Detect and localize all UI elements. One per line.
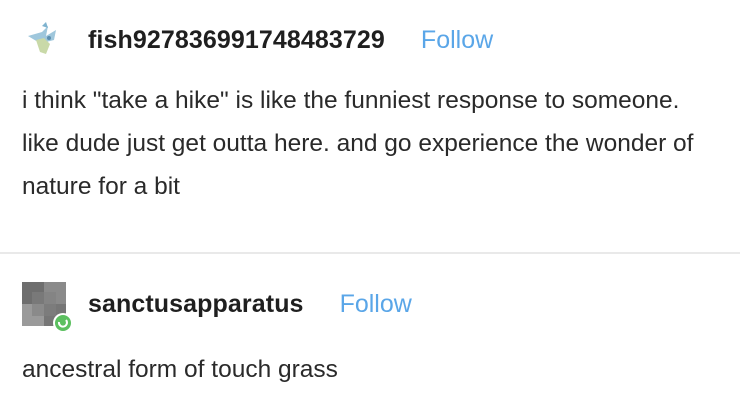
post-header: sanctusapparatus Follow	[22, 282, 412, 333]
post-divider	[0, 252, 740, 254]
default-avatar-icon[interactable]	[22, 282, 73, 333]
post-1: fish927836991748483729 Follow i think "t…	[0, 0, 740, 258]
post-2: sanctusapparatus Follow ancestral form o…	[0, 262, 740, 403]
online-status-icon	[53, 313, 73, 333]
post-header: fish927836991748483729 Follow	[22, 18, 493, 62]
post-text: i think "take a hike" is like the funnie…	[22, 87, 694, 200]
post-text: ancestral form of touch grass	[22, 356, 338, 383]
follow-button[interactable]: Follow	[421, 26, 493, 55]
username[interactable]: fish927836991748483729	[88, 26, 385, 55]
fish-avatar-icon[interactable]	[22, 18, 66, 62]
follow-button[interactable]: Follow	[340, 290, 412, 319]
username[interactable]: sanctusapparatus	[88, 290, 304, 319]
